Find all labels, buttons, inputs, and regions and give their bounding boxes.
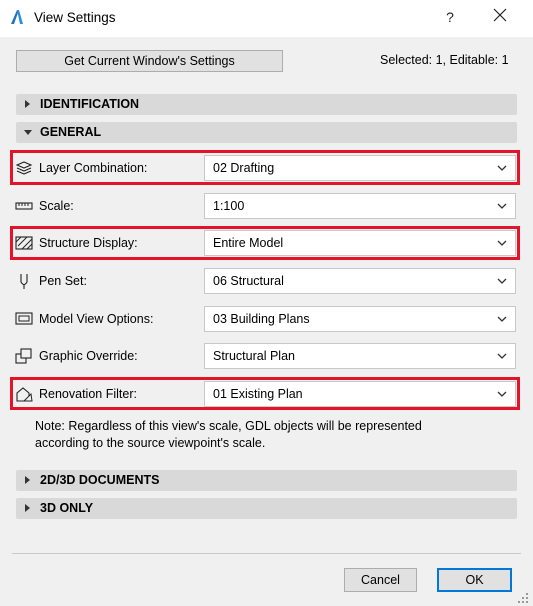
chevron-down-icon [497,278,507,284]
ok-button[interactable]: OK [437,568,512,592]
section-general[interactable]: GENERAL [16,122,517,143]
override-icon [15,348,32,364]
graphic-override-label: Graphic Override: [15,343,200,369]
pen-set-label: Pen Set: [15,268,200,294]
highlight-box-structure-display [10,226,520,260]
cancel-button[interactable]: Cancel [344,568,417,592]
get-current-window-settings-button[interactable]: Get Current Window's Settings [16,50,283,72]
footer-divider [12,553,521,554]
graphic-override-select[interactable]: Structural Plan [204,343,516,369]
pen-set-select[interactable]: 06 Structural [204,268,516,294]
chevron-down-icon [497,203,507,209]
title-bar: View Settings ? [0,0,533,37]
highlight-box-layer-combination [10,150,520,185]
ruler-icon [15,202,33,210]
close-icon [493,8,507,22]
expand-triangle-icon [25,476,30,484]
selection-status: Selected: 1, Editable: 1 [380,53,509,67]
scale-note: Note: Regardless of this view's scale, G… [35,419,422,450]
scale-label: Scale: [15,193,200,219]
expand-triangle-icon [25,100,30,108]
chevron-down-icon [497,316,507,322]
section-3d-only[interactable]: 3D ONLY [16,498,517,519]
help-button[interactable]: ? [440,9,460,25]
archicad-app-icon [9,9,25,25]
section-3d-only-label: 3D ONLY [40,501,94,515]
expand-triangle-icon [25,504,30,512]
section-identification-label: IDENTIFICATION [40,97,140,111]
resize-grip-icon[interactable] [517,592,529,604]
chevron-down-icon [497,353,507,359]
collapse-triangle-icon [24,130,32,135]
scale-select[interactable]: 1:100 [204,193,516,219]
section-general-label: GENERAL [40,125,102,139]
highlight-box-renovation-filter [10,377,520,410]
section-2d3d-documents[interactable]: 2D/3D DOCUMENTS [16,470,517,491]
monitor-icon [15,312,33,325]
pen-icon [20,274,28,289]
model-view-options-label: Model View Options: [15,306,200,332]
close-button[interactable] [485,6,515,30]
model-view-options-select[interactable]: 03 Building Plans [204,306,516,332]
section-2d3d-documents-label: 2D/3D DOCUMENTS [40,473,160,487]
window-title: View Settings [34,10,116,25]
section-identification[interactable]: IDENTIFICATION [16,94,517,115]
